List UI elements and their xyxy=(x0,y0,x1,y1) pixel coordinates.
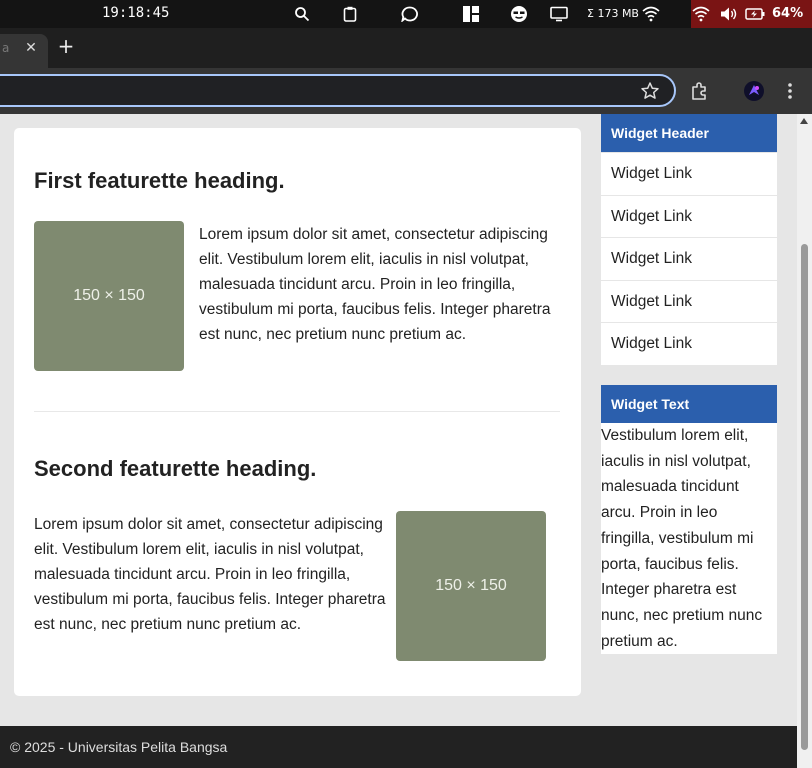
volume-icon[interactable] xyxy=(719,4,739,24)
system-status-bar: 19:18:45 Σ 173 MB 64% xyxy=(0,0,812,28)
widget-link[interactable]: Widget Link xyxy=(601,279,777,323)
featurette-2-image: 150 × 150 xyxy=(396,511,546,661)
widget-link[interactable]: Widget Link xyxy=(601,237,777,280)
featurette-2-text: Lorem ipsum dolor sit amet, consectetur … xyxy=(34,516,386,633)
featurette-1-heading: First featurette heading. xyxy=(34,168,285,193)
battery-icon[interactable] xyxy=(745,4,765,24)
profile-avatar-icon[interactable] xyxy=(743,80,765,102)
page-footer: © 2025 - Universitas Pelita Bangsa xyxy=(0,726,797,768)
widget-text-body: Vestibulum lorem elit, iaculis in nisl v… xyxy=(601,427,763,650)
battery-percentage: 64% xyxy=(772,6,804,21)
layout-grid-icon[interactable] xyxy=(461,4,481,24)
widget-link[interactable]: Widget Link xyxy=(601,322,777,365)
wifi-icon[interactable] xyxy=(691,4,711,24)
extensions-icon[interactable] xyxy=(689,80,711,102)
browser-tab-strip: a ✕ + xyxy=(0,28,812,68)
search-icon[interactable] xyxy=(292,4,312,24)
network-icon[interactable] xyxy=(641,4,661,24)
image-size-label: 150 × 150 xyxy=(435,577,507,594)
address-bar[interactable] xyxy=(0,74,676,107)
widget-text-header: Widget Text xyxy=(601,385,777,423)
clipboard-icon[interactable] xyxy=(340,4,360,24)
page-scrollbar[interactable] xyxy=(797,114,812,768)
widget-link[interactable]: Widget Link xyxy=(601,194,777,238)
bookmark-star-icon[interactable] xyxy=(640,81,660,101)
url-input[interactable] xyxy=(6,80,586,102)
memory-usage: Σ 173 MB xyxy=(587,7,639,20)
widget-text: Widget Text Vestibulum lorem elit, iacul… xyxy=(601,385,777,655)
emoji-glasses-icon[interactable] xyxy=(509,4,529,24)
featurette-2-heading: Second featurette heading. xyxy=(34,456,317,481)
chat-bubble-icon[interactable] xyxy=(400,4,420,24)
monitor-icon[interactable] xyxy=(549,4,569,24)
featurette-1-image: 150 × 150 xyxy=(34,221,184,371)
widget-header: Widget Header xyxy=(601,114,777,152)
page-content: First featurette heading. 150 × 150 Lore… xyxy=(0,114,797,726)
widget-link[interactable]: Widget Link xyxy=(601,152,777,195)
widget-links: Widget Header Widget Link Widget Link Wi… xyxy=(601,114,777,365)
clock: 19:18:45 xyxy=(102,5,170,21)
tab-title: a xyxy=(2,41,10,55)
featurette-1-text: Lorem ipsum dolor sit amet, consectetur … xyxy=(199,226,551,343)
menu-kebab-icon[interactable] xyxy=(779,80,801,102)
scroll-thumb[interactable] xyxy=(801,244,808,750)
new-tab-button[interactable]: + xyxy=(57,36,75,56)
browser-tab[interactable]: a ✕ xyxy=(0,34,48,68)
close-tab-icon[interactable]: ✕ xyxy=(22,39,40,57)
featurettes-card: First featurette heading. 150 × 150 Lore… xyxy=(14,128,581,696)
image-size-label: 150 × 150 xyxy=(73,287,145,304)
featurette-divider xyxy=(34,411,560,412)
scroll-up-arrow-icon[interactable] xyxy=(800,118,808,124)
